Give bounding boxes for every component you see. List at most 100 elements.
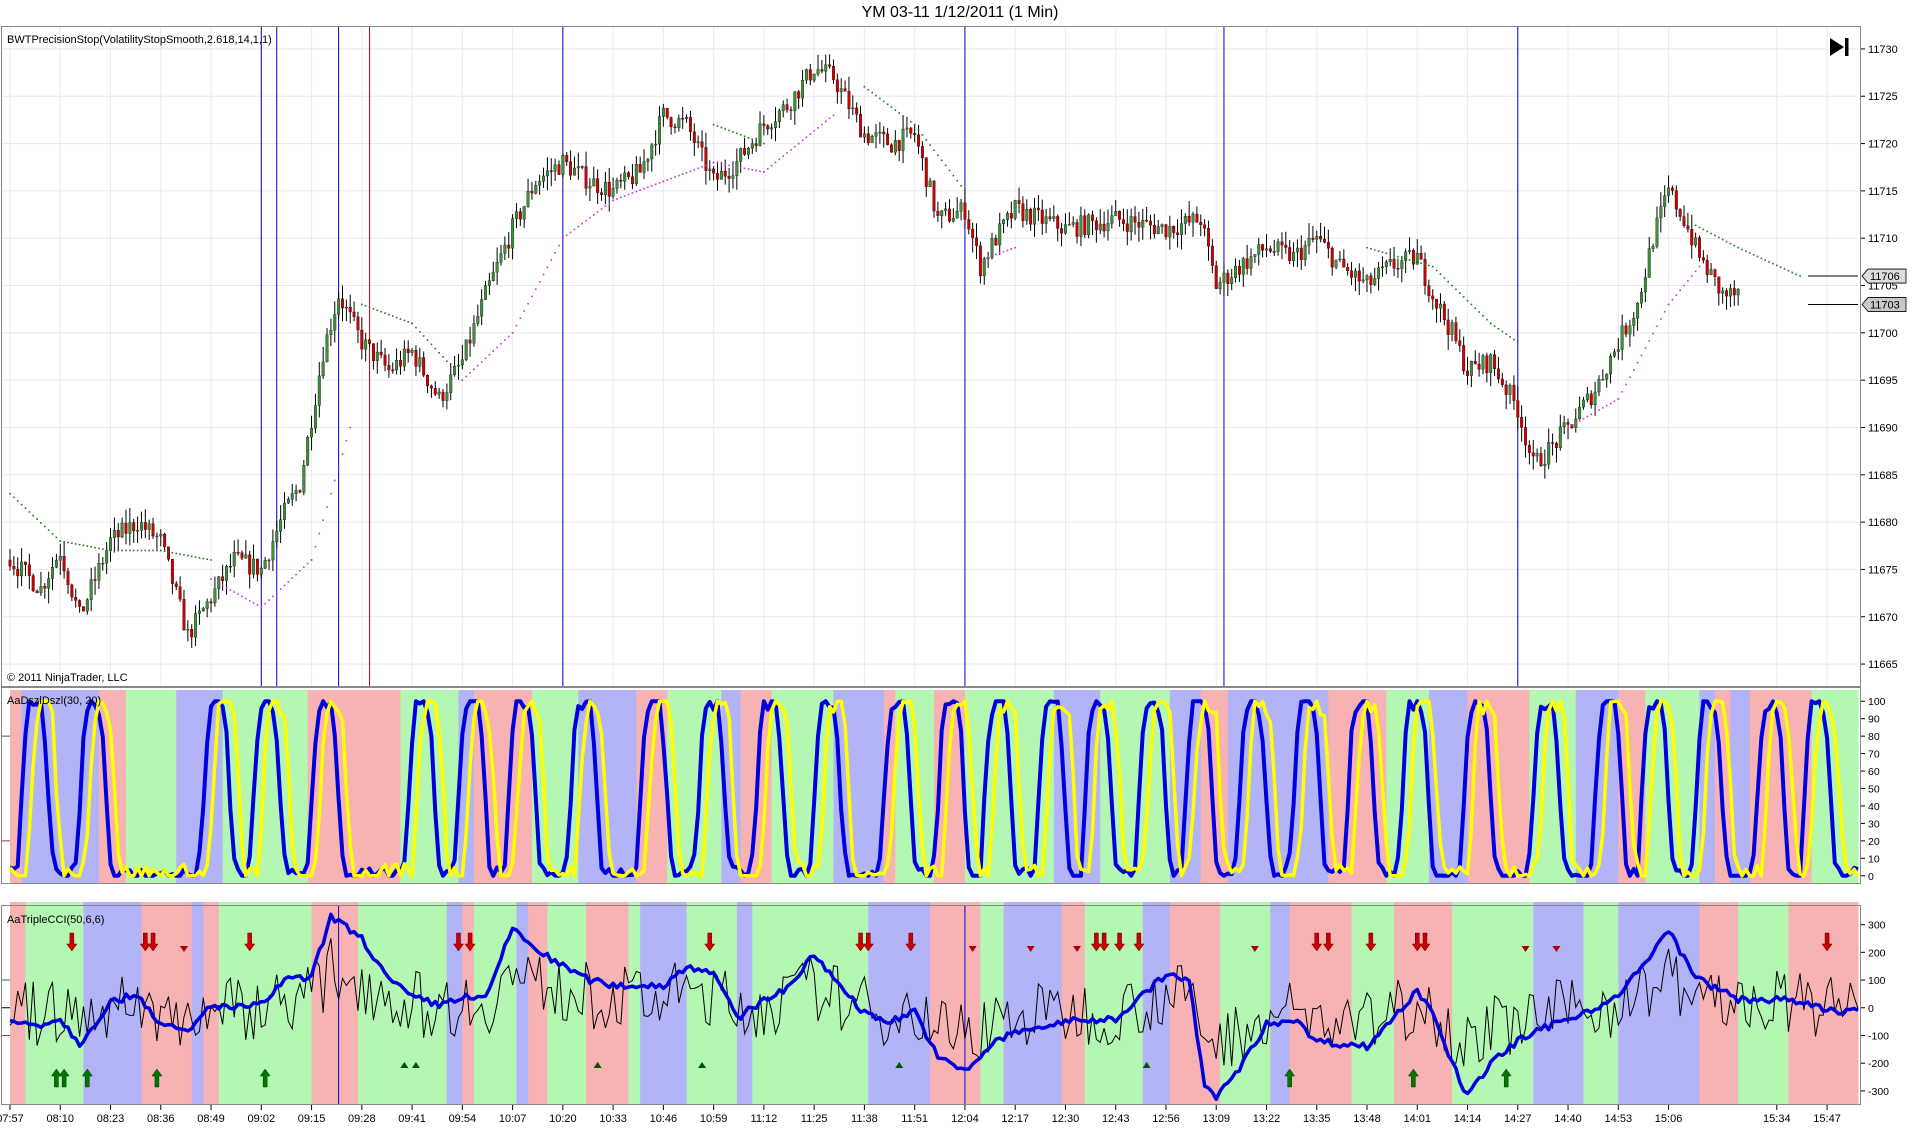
stop-long-dot [612,199,614,202]
candle-body [341,298,344,309]
candle-body [878,131,882,134]
candle-body [476,316,480,324]
candle-body [569,161,573,176]
cci-zone [930,902,981,1105]
candle-body [1288,247,1292,262]
stop-long-dot [217,582,220,585]
stop-long-dot [326,506,328,508]
dsz-axis-label: 40 [1868,801,1880,813]
skip-to-end-icon[interactable] [1826,34,1852,60]
candle-body [1736,288,1740,296]
candle-body [1230,277,1234,284]
candle-body [1442,303,1446,321]
stop-short-dot [419,330,421,333]
stop-short-dot [376,309,379,312]
candle-body [1137,222,1141,228]
candle-body [449,374,453,393]
candle-body [1284,244,1288,248]
stop-long-dot [534,288,537,290]
stop-long-dot [987,256,989,258]
stop-short-dot [1474,307,1477,310]
candle-body [159,534,163,537]
stop-short-dot [1787,269,1790,272]
cci-zone [1533,902,1585,1105]
candle-body [1732,288,1736,296]
stop-short-dot [1439,273,1442,275]
stop-long-dot [786,152,788,154]
cci-zone [203,902,220,1105]
stop-long-dot [349,426,352,429]
candle-body [1210,245,1214,266]
stop-long-dot [616,198,618,200]
candle-body [542,175,545,182]
stop-long-dot [1687,279,1689,282]
candle-body [317,375,321,406]
stop-short-dot [1366,246,1368,249]
candle-body [1009,213,1013,219]
candle-body [375,351,379,361]
stop-long-dot [716,162,719,165]
stop-long-dot [724,163,727,166]
stop-short-dot [9,492,11,495]
candle-body [986,257,990,259]
candle-body [360,329,364,350]
candle-body [646,158,650,162]
stop-short-dot [438,352,440,354]
time-axis-label: 10:59 [700,1113,728,1125]
candle-body [534,185,538,194]
candle-body [170,559,174,584]
stop-long-dot [1586,415,1589,418]
candle-body [352,311,356,317]
candle-body [232,552,236,567]
candle-body [553,164,557,172]
stop-long-dot [592,214,595,216]
stop-short-dot [55,536,58,539]
stop-short-dot [1478,311,1480,313]
candle-body [1114,211,1118,216]
candle-body [1098,223,1102,231]
price-axis-label: 11725 [1868,91,1898,103]
stop-short-dot [59,540,62,542]
stop-short-dot [1497,327,1500,330]
candle-body [1582,399,1585,408]
chart-canvas[interactable]: 1173011725117201171511710117051170011695… [0,26,1920,1146]
stop-short-dot [1729,242,1732,245]
stop-short-dot [890,106,893,108]
stop-long-dot [1679,289,1681,292]
stop-long-dot [1636,361,1639,364]
cci-zone [1653,902,1700,1105]
candle-body [561,155,565,175]
stop-long-dot [264,602,266,605]
stop-long-dot [1683,284,1685,287]
candle-body [580,166,584,168]
candle-body [441,391,445,401]
candle-body [851,107,855,110]
dsz-axis-label: 60 [1868,766,1880,778]
candle-body [1261,244,1265,251]
candle-body [1612,351,1616,357]
stop-long-dot [635,190,638,193]
candle-body [673,126,677,129]
stop-short-dot [47,529,50,531]
stop-short-dot [1370,247,1372,250]
stop-long-dot [1617,398,1620,400]
stop-short-dot [1447,280,1449,283]
stop-long-dot [245,597,247,600]
candle-body [1326,242,1330,249]
stop-long-dot [542,273,545,276]
price-panel-bg [2,27,1860,686]
candle-body [1682,216,1686,226]
stop-long-dot [1006,249,1009,252]
candle-body [1454,322,1458,341]
candle-body [1469,360,1473,376]
candle-body [12,566,16,570]
stop-short-dot [442,356,444,358]
candle-body [1040,209,1044,224]
candle-body [545,170,549,177]
candle-body [1303,245,1307,260]
stop-short-dot [1443,277,1446,279]
stop-short-dot [1389,253,1392,256]
time-axis-label: 14:14 [1454,1113,1482,1125]
stop-short-dot [411,322,413,325]
candle-body [112,530,116,538]
